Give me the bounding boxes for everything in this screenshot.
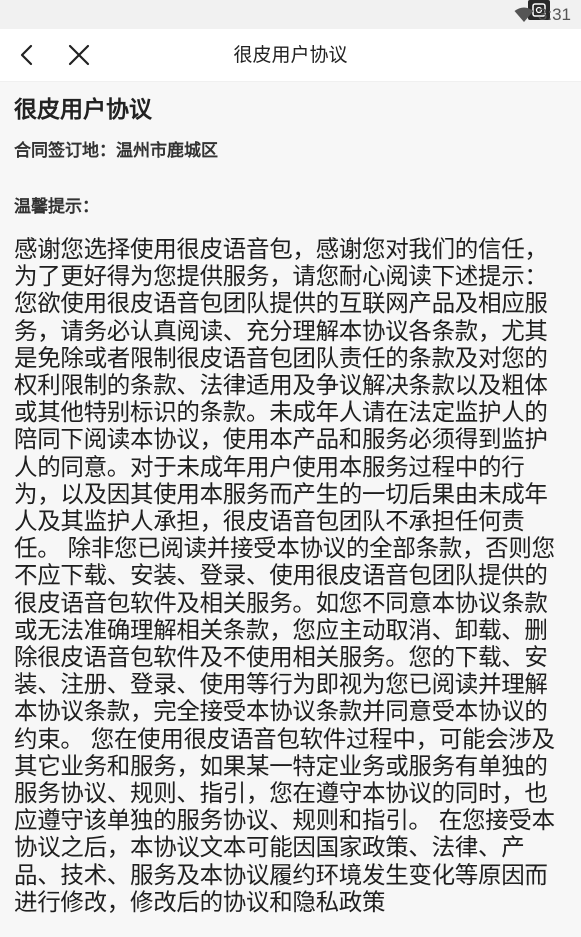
nav-bar: 很皮用户协议 xyxy=(0,29,581,82)
agreement-body-text: 感谢您选择使用很皮语音包，感谢您对我们的信任，为了更好得为您提供服务，请您耐心阅… xyxy=(14,235,555,916)
status-bar: 3:31 xyxy=(0,0,581,29)
status-time: 3:31 xyxy=(537,5,571,24)
contract-place: 合同签订地：温州市鹿城区 xyxy=(14,141,218,161)
document-title: 很皮用户协议 xyxy=(14,97,152,123)
agreement-content[interactable]: 很皮用户协议 合同签订地：温州市鹿城区 温馨提示： 感谢您选择使用很皮语音包，感… xyxy=(0,82,581,937)
page-title: 很皮用户协议 xyxy=(233,44,348,66)
wifi-icon xyxy=(514,7,534,23)
tip-heading: 温馨提示： xyxy=(14,197,99,217)
